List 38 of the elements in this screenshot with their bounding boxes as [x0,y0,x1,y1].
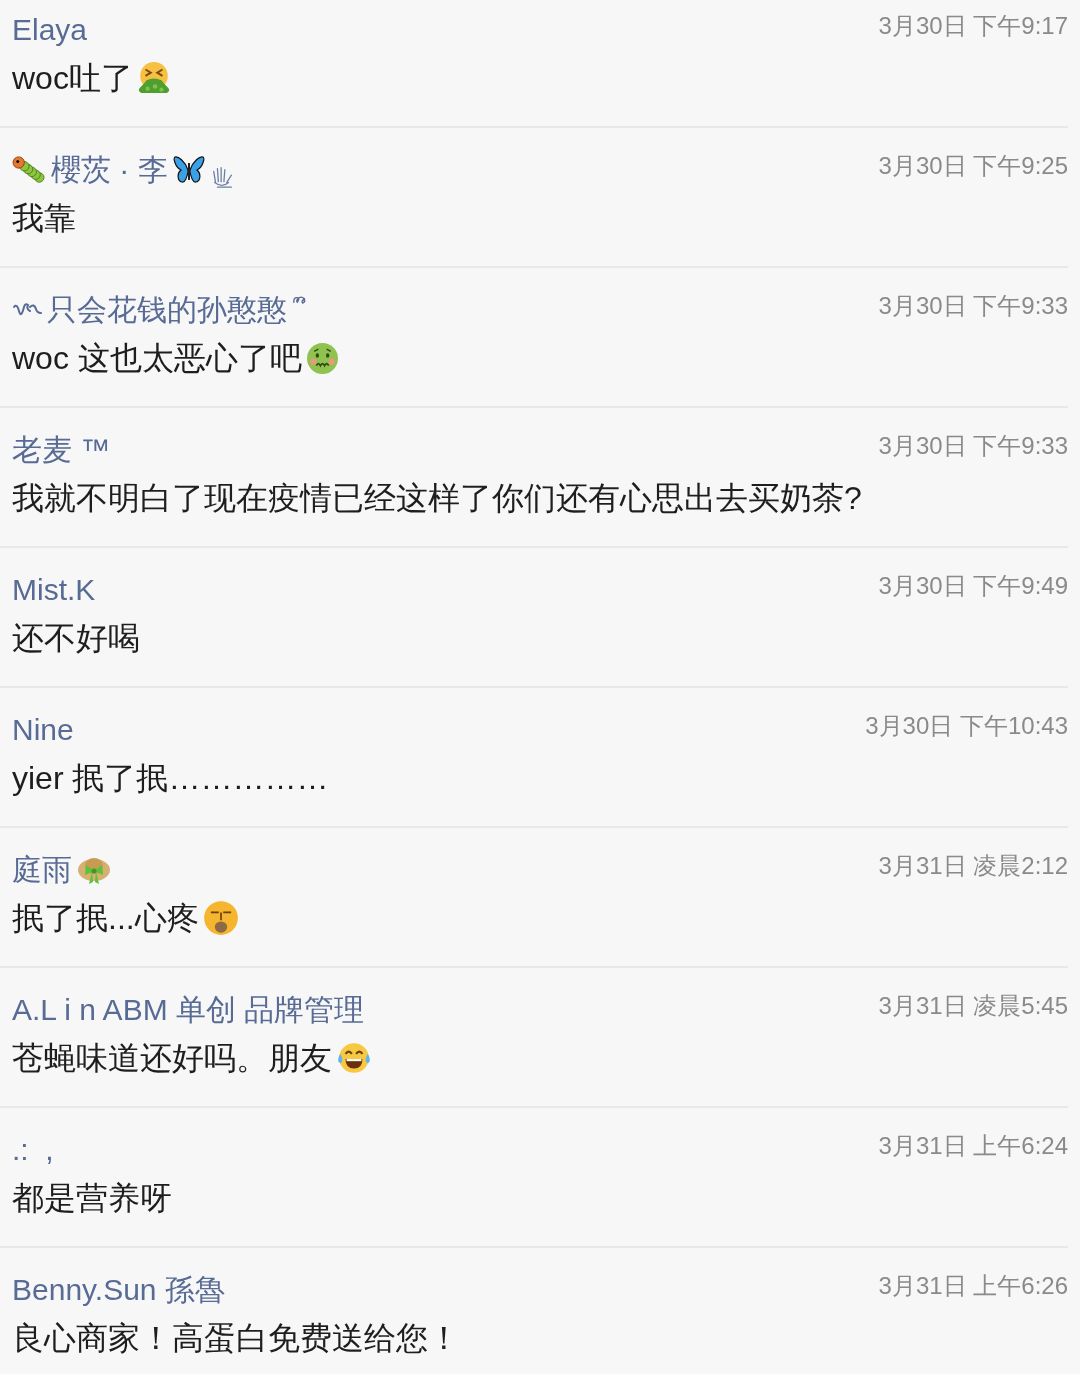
comment-time: 3月30日 下午9:49 [878,571,1068,601]
comment-time: 3月31日 上午6:24 [878,1131,1068,1161]
comment-text: 良心商家！高蛋白免费送给您！ [12,1319,460,1358]
comment-time: 3月31日 凌晨5:45 [878,991,1068,1021]
comment-time: 3月30日 下午9:25 [878,151,1068,181]
comment-text: 我就不明白了现在疫情已经这样了你们还有心思出去买奶茶? [12,479,862,518]
author-name[interactable]: Mist.K [12,570,96,610]
comment-time: 3月30日 下午10:43 [865,711,1068,741]
curl-icon [292,294,308,305]
butterfly-icon [172,155,205,185]
author-name[interactable]: A.L i n ABM 单创 品牌管理 [12,990,365,1030]
comment-text: woc吐了 [12,59,133,98]
author-name[interactable]: 庭雨 [12,850,72,890]
author-name[interactable]: .: , [12,1130,54,1170]
vomiting-face-icon [136,61,171,95]
laughing-face-icon [336,1041,372,1075]
comment-text: 我靠 [12,199,76,238]
comment-text: woc 这也太恶心了吧 [12,339,302,378]
comment-time: 3月30日 下午9:33 [878,431,1068,461]
author-name[interactable]: 老麦 ™ [12,430,111,470]
comment-text: 苍蝇味道还好吗。朋友 [12,1039,332,1078]
comment-text: 抿了抿...心疼 [12,899,199,938]
comment-time: 3月30日 下午9:17 [878,11,1068,41]
author-name[interactable]: Nine [12,710,74,750]
sulking-face-icon [202,900,239,936]
author-name[interactable]: Elaya [12,10,88,50]
comment-time: 3月30日 下午9:33 [878,291,1068,321]
author-name[interactable]: Benny.Sun 孫魯 [12,1270,225,1310]
comment-time: 3月31日 凌晨2:12 [878,851,1068,881]
nauseated-face-icon [305,341,339,375]
comment-text: yier 抿了抿…………… [12,759,329,798]
author-name[interactable]: 櫻茨 · 李 [51,150,168,190]
caterpillar-icon [12,155,46,185]
author-name[interactable]: 只会花钱的孙憨憨 [47,290,287,330]
comment-text: 都是营养呀 [12,1179,172,1218]
straw-hat-icon [77,855,111,885]
comment-time: 3月31日 上午6:26 [878,1271,1068,1301]
comment-text: 还不好喝 [12,619,140,658]
